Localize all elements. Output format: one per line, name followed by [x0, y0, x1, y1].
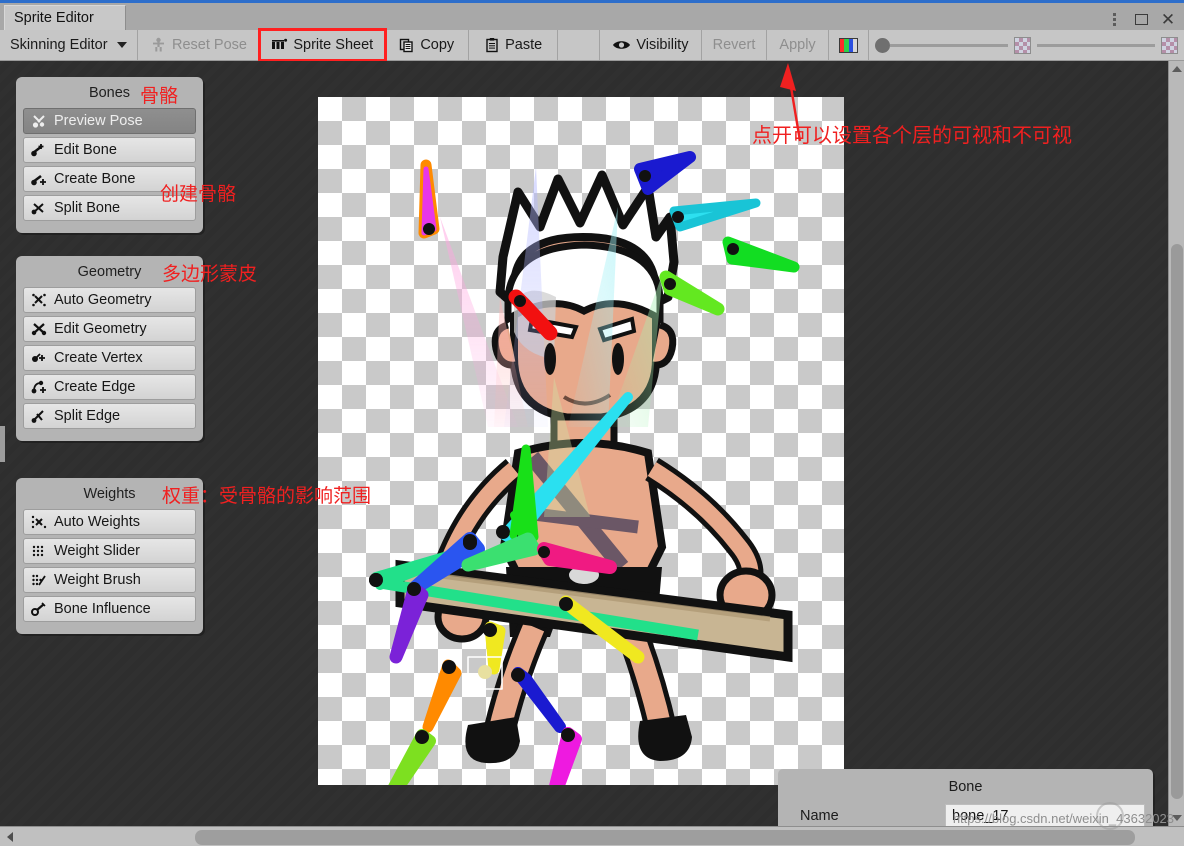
- opacity-slider-group[interactable]: [869, 30, 1184, 60]
- visibility-button[interactable]: Visibility: [600, 30, 702, 60]
- scroll-left-arrow[interactable]: [2, 829, 18, 845]
- editor-mode-dropdown[interactable]: Skinning Editor: [0, 30, 138, 60]
- create-vertex-icon: [30, 350, 48, 366]
- bone-preview-icon: [30, 113, 48, 129]
- weight-brush-icon: [30, 572, 48, 588]
- apply-label: Apply: [779, 37, 816, 53]
- reset-pose-button[interactable]: Reset Pose: [138, 30, 261, 60]
- tool-label: Auto Geometry: [54, 292, 152, 308]
- panel-weights-annotation: 权重：受骨骼的影响范围: [162, 485, 372, 507]
- bone-influence-icon: [30, 601, 48, 617]
- slider-track-1[interactable]: [890, 43, 1009, 47]
- auto-weights-icon: [30, 514, 48, 530]
- tool-edit-bone[interactable]: Edit Bone: [23, 137, 196, 163]
- tool-auto-geometry[interactable]: Auto Geometry: [23, 287, 196, 313]
- tool-bone-influence[interactable]: Bone Influence: [23, 596, 196, 622]
- vertical-scrollbar[interactable]: [1168, 61, 1184, 826]
- eye-icon: [612, 38, 631, 52]
- panel-resize-handle[interactable]: [0, 426, 5, 462]
- tool-label: Create Edge: [54, 379, 136, 395]
- scroll-up-arrow[interactable]: [1169, 61, 1184, 77]
- horizontal-scrollbar[interactable]: [0, 826, 1184, 846]
- rgb-swatch-icon: [839, 37, 859, 53]
- channel-color-button[interactable]: [829, 30, 870, 60]
- horizontal-scroll-thumb[interactable]: [195, 830, 1135, 845]
- vertical-scroll-thumb[interactable]: [1171, 244, 1183, 799]
- copy-icon: [399, 37, 415, 53]
- tab-sprite-editor[interactable]: Sprite Editor: [4, 5, 126, 30]
- title-bar: ✕: [0, 3, 1184, 30]
- watermark-text: https://blog.csdn.net/weixin_43632023: [952, 811, 1174, 826]
- sprite-editor-window: ✕ Sprite Editor Skinning Editor Reset Po…: [0, 0, 1184, 846]
- tool-label: Bone Influence: [54, 601, 151, 617]
- tool-label: Split Bone: [54, 200, 121, 216]
- tool-create-vertex[interactable]: Create Vertex: [23, 345, 196, 371]
- paste-button[interactable]: Paste: [469, 30, 558, 60]
- create-edge-icon: [30, 379, 48, 395]
- split-edge-icon: [30, 408, 48, 424]
- paste-icon: [484, 37, 500, 53]
- tool-preview-pose[interactable]: Preview Pose: [23, 108, 196, 134]
- slider-track-2[interactable]: [1037, 43, 1156, 47]
- tool-label: Weight Slider: [54, 543, 140, 559]
- close-icon[interactable]: ✕: [1156, 8, 1180, 32]
- visibility-annotation: 点开可以设置各个层的可视和不可视: [752, 123, 1072, 147]
- paste-label: Paste: [505, 37, 543, 53]
- slider-knob[interactable]: [875, 37, 891, 53]
- tool-split-edge[interactable]: Split Edge: [23, 403, 196, 429]
- sprite-canvas[interactable]: [318, 97, 844, 785]
- panel-geometry-annotation: 多边形蒙皮: [162, 263, 258, 285]
- sprite-sheet-icon: [271, 37, 288, 54]
- visibility-label: Visibility: [636, 37, 689, 53]
- apply-button[interactable]: Apply: [767, 30, 830, 60]
- auto-geometry-icon: [30, 292, 48, 308]
- sprite-sheet-button[interactable]: Sprite Sheet: [258, 28, 388, 62]
- tool-auto-weights[interactable]: Auto Weights: [23, 509, 196, 535]
- create-bone-annotation: 创建骨骼: [160, 183, 237, 205]
- restore-icon[interactable]: [1129, 8, 1153, 32]
- bone-split-icon: [30, 200, 48, 216]
- tool-edit-geometry[interactable]: Edit Geometry: [23, 316, 196, 342]
- reset-pose-label: Reset Pose: [172, 37, 247, 53]
- bone-edit-icon: [30, 142, 48, 158]
- bone-overlay: [369, 99, 800, 785]
- tool-create-edge[interactable]: Create Edge: [23, 374, 196, 400]
- toolbar: Skinning Editor Reset Pose Sprite Sheet …: [0, 28, 1184, 62]
- copy-button[interactable]: Copy: [385, 30, 470, 60]
- tool-weight-slider[interactable]: Weight Slider: [23, 538, 196, 564]
- weight-slider-icon: [30, 543, 48, 559]
- tool-label: Auto Weights: [54, 514, 140, 530]
- sprite-sheet-label: Sprite Sheet: [293, 37, 374, 53]
- bone-name-label: Name: [800, 807, 839, 824]
- tool-label: Edit Geometry: [54, 321, 147, 337]
- checker-icon-1[interactable]: [1014, 36, 1032, 54]
- copy-label: Copy: [420, 37, 455, 53]
- edit-geometry-icon: [30, 321, 48, 337]
- bone-inspector-title: Bone: [948, 779, 983, 795]
- window-controls: ✕: [1102, 6, 1180, 33]
- chevron-down-icon: [116, 42, 127, 48]
- tool-label: Split Edge: [54, 408, 121, 424]
- tool-label: Create Vertex: [54, 350, 143, 366]
- tool-label: Edit Bone: [54, 142, 117, 158]
- editor-mode-label: Skinning Editor: [10, 37, 108, 53]
- revert-button[interactable]: Revert: [702, 30, 768, 60]
- toolbar-spacer-1: [558, 30, 600, 60]
- checker-icon-2[interactable]: [1161, 36, 1179, 54]
- tool-label: Preview Pose: [54, 113, 143, 129]
- tool-label: Create Bone: [54, 171, 136, 187]
- kebab-menu-icon[interactable]: [1102, 8, 1126, 32]
- panel-bones-annotation: 骨骼: [140, 85, 179, 107]
- bone-create-icon: [30, 171, 48, 187]
- tool-weight-brush[interactable]: Weight Brush: [23, 567, 196, 593]
- revert-label: Revert: [712, 37, 756, 53]
- tab-label: Sprite Editor: [14, 10, 94, 26]
- reset-pose-icon: [150, 37, 167, 54]
- tool-label: Weight Brush: [54, 572, 141, 588]
- editor-body: 点开可以设置各个层的可视和不可视 Bones Preview Pose Edit…: [0, 61, 1184, 826]
